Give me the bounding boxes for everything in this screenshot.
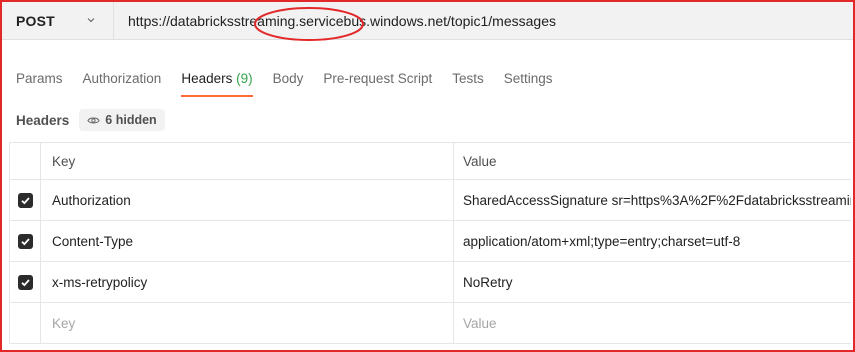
eye-icon	[87, 117, 100, 123]
checkmark-icon	[20, 196, 30, 204]
tab-body[interactable]: Body	[273, 40, 304, 102]
tab-params[interactable]: Params	[16, 40, 63, 102]
url-input[interactable]: https://databricksstreaming.servicebus.w…	[114, 2, 853, 41]
new-key-input[interactable]: Key	[41, 303, 454, 343]
hidden-headers-toggle[interactable]: 6 hidden	[79, 109, 165, 131]
headers-title: Headers	[16, 112, 70, 128]
request-tabs: Params Authorization Headers (9) Body Pr…	[2, 40, 853, 102]
headers-table: Key Value Authorization SharedAccessSign…	[9, 142, 851, 344]
method-select[interactable]: POST	[2, 1, 114, 40]
tab-pre-request-script[interactable]: Pre-request Script	[323, 40, 432, 102]
checkmark-icon	[20, 278, 30, 286]
tab-headers-label: Headers	[181, 71, 233, 86]
row-checkbox[interactable]	[17, 233, 33, 249]
header-value[interactable]: NoRetry	[454, 262, 851, 302]
table-row: x-ms-retrypolicy NoRetry	[9, 262, 851, 303]
tab-headers[interactable]: Headers (9)	[181, 40, 253, 102]
request-bar: POST https://databricksstreaming.service…	[2, 1, 853, 41]
table-row: Authorization SharedAccessSignature sr=h…	[9, 180, 851, 221]
header-value[interactable]: SharedAccessSignature sr=https%3A%2F%2Fd…	[454, 180, 851, 220]
column-header-value: Value	[463, 153, 497, 169]
chevron-down-icon	[87, 17, 95, 22]
table-row: Content-Type application/atom+xml;type=e…	[9, 221, 851, 262]
headers-subbar: Headers 6 hidden	[2, 106, 853, 134]
checkmark-icon	[20, 237, 30, 245]
header-key[interactable]: Content-Type	[41, 221, 454, 261]
row-checkbox[interactable]	[17, 192, 33, 208]
header-check-cell	[9, 143, 41, 179]
tab-authorization[interactable]: Authorization	[83, 40, 162, 102]
column-header-key: Key	[41, 143, 454, 179]
table-header-row: Key Value	[9, 142, 851, 180]
table-row-new: Key Value	[9, 303, 851, 344]
hidden-headers-label: 6 hidden	[105, 113, 157, 127]
new-value-input[interactable]: Value	[454, 303, 851, 343]
header-key[interactable]: Authorization	[41, 180, 454, 220]
row-checkbox[interactable]	[17, 274, 33, 290]
tab-tests[interactable]: Tests	[452, 40, 484, 102]
header-value[interactable]: application/atom+xml;type=entry;charset=…	[454, 221, 851, 261]
method-label: POST	[16, 12, 55, 29]
tab-headers-count: (9)	[236, 71, 253, 86]
tab-settings[interactable]: Settings	[504, 40, 553, 102]
url-text: https://databricksstreaming.servicebus.w…	[128, 12, 556, 29]
header-key[interactable]: x-ms-retrypolicy	[41, 262, 454, 302]
